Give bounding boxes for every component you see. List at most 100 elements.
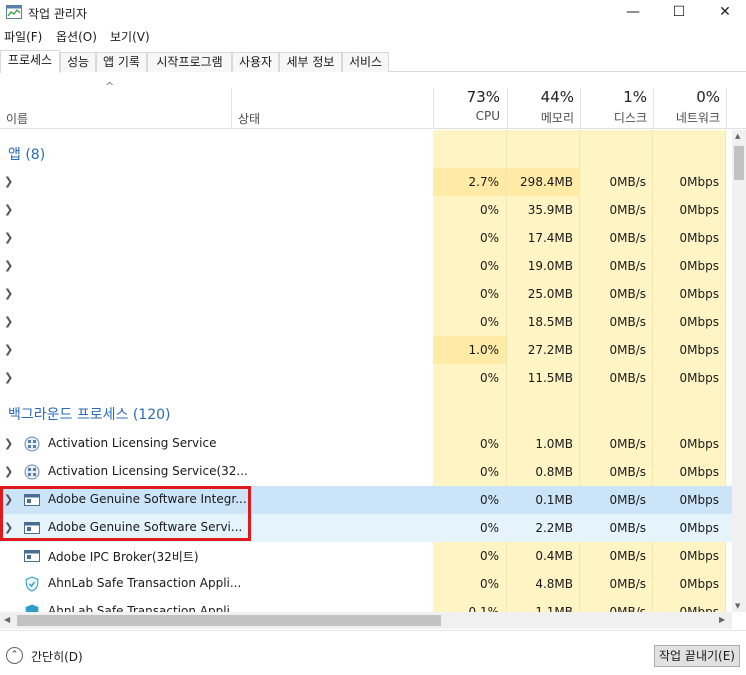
- network-cell: 0Mbps: [679, 259, 719, 273]
- table-row[interactable]: AhnLab Safe Transaction Appli... 0.1% 1.…: [0, 598, 732, 612]
- tab-users[interactable]: 사용자: [232, 52, 279, 72]
- menu-options[interactable]: 옵션(O): [56, 28, 97, 45]
- network-cell: 0Mbps: [679, 175, 719, 189]
- network-cell: 0Mbps: [679, 493, 719, 507]
- cpu-cell: 0%: [479, 203, 499, 217]
- column-header-status[interactable]: 상태: [238, 110, 260, 127]
- process-name: Adobe IPC Broker(32비트): [48, 550, 199, 564]
- cpu-cell: 0%: [479, 287, 499, 301]
- chevron-right-icon[interactable]: ❯: [4, 203, 13, 216]
- sort-arrow-icon: ^: [105, 80, 115, 93]
- network-cell: 0Mbps: [679, 287, 719, 301]
- column-header-memory[interactable]: 44% 메모리: [507, 73, 580, 129]
- column-header-cpu[interactable]: 73% CPU: [433, 73, 506, 129]
- table-row[interactable]: ❯ Activation Licensing Service(32... 0% …: [0, 458, 732, 486]
- network-total: 0%: [696, 88, 720, 106]
- table-row[interactable]: ❯ 0% 19.0MB 0MB/s 0Mbps: [0, 252, 732, 280]
- horizontal-scroll-thumb[interactable]: [17, 615, 441, 626]
- process-name: AhnLab Safe Transaction Appli...: [48, 604, 242, 612]
- tab-processes[interactable]: 프로세스: [0, 50, 60, 73]
- chevron-right-icon[interactable]: ❯: [4, 231, 13, 244]
- menu-file[interactable]: 파일(F): [4, 28, 42, 45]
- fewer-details-link[interactable]: 간단히(D): [31, 648, 83, 665]
- menu-view[interactable]: 보기(V): [110, 28, 150, 45]
- column-header-name[interactable]: 이름: [6, 110, 28, 127]
- window-app-icon: [24, 550, 40, 562]
- network-label: 네트워크: [675, 111, 720, 125]
- group-header-apps[interactable]: 앱 (8): [0, 138, 432, 166]
- process-name: AhnLab Safe Transaction Appli...: [48, 576, 242, 590]
- disk-cell: 0MB/s: [609, 315, 646, 329]
- red-highlight-annotation: [0, 486, 251, 541]
- column-header-network[interactable]: 0% 네트워크: [653, 73, 726, 129]
- memory-cell: 18.5MB: [527, 315, 573, 329]
- memory-cell: 35.9MB: [527, 203, 573, 217]
- table-row[interactable]: ❯ Activation Licensing Service 0% 1.0MB …: [0, 430, 732, 458]
- chevron-right-icon[interactable]: ❯: [4, 175, 13, 188]
- column-header-disk[interactable]: 1% 디스크: [580, 73, 653, 129]
- column-divider[interactable]: [231, 88, 232, 129]
- disk-cell: 0MB/s: [609, 259, 646, 273]
- vertical-scroll-thumb[interactable]: [734, 146, 744, 180]
- network-cell: 0Mbps: [679, 371, 719, 385]
- minimize-button[interactable]: —: [610, 0, 656, 26]
- chevron-right-icon[interactable]: ❯: [4, 465, 13, 478]
- table-row[interactable]: ❯ 0% 18.5MB 0MB/s 0Mbps: [0, 308, 732, 336]
- table-row[interactable]: Adobe IPC Broker(32비트) 0% 0.4MB 0MB/s 0M…: [0, 542, 732, 570]
- tab-startup[interactable]: 시작프로그램: [147, 52, 232, 72]
- cpu-cell: 0%: [479, 437, 499, 451]
- table-row[interactable]: ❯ 0% 11.5MB 0MB/s 0Mbps: [0, 364, 732, 392]
- table-row[interactable]: ❯ 1.0% 27.2MB 0MB/s 0Mbps: [0, 336, 732, 364]
- disk-cell: 0MB/s: [609, 231, 646, 245]
- network-cell: 0Mbps: [679, 343, 719, 357]
- shield-icon: [25, 576, 39, 592]
- process-name: Activation Licensing Service(32...: [48, 464, 248, 478]
- table-row[interactable]: ❯ 2.7% 298.4MB 0MB/s 0Mbps: [0, 168, 732, 196]
- network-cell: 0Mbps: [679, 437, 719, 451]
- network-cell: 0Mbps: [679, 465, 719, 479]
- scroll-up-icon[interactable]: ▲: [735, 132, 740, 140]
- group-header-background[interactable]: 백그라운드 프로세스 (120): [0, 398, 432, 426]
- memory-cell: 17.4MB: [527, 231, 573, 245]
- cpu-cell: 2.7%: [433, 168, 506, 196]
- tab-details[interactable]: 세부 정보: [279, 52, 342, 72]
- table-header: ^ 이름 상태 73% CPU 44% 메모리 1% 디스크 0% 네트워크: [0, 73, 746, 129]
- memory-cell: 11.5MB: [527, 371, 573, 385]
- close-button[interactable]: ✕: [702, 0, 746, 26]
- chevron-up-icon[interactable]: ⌃: [6, 647, 23, 664]
- tab-performance[interactable]: 성능: [60, 52, 96, 72]
- table-row[interactable]: ❯ 0% 17.4MB 0MB/s 0Mbps: [0, 224, 732, 252]
- cpu-cell: 0%: [479, 493, 499, 507]
- maximize-button[interactable]: ☐: [656, 0, 702, 26]
- chevron-right-icon[interactable]: ❯: [4, 259, 13, 272]
- tab-strip: 프로세스 성능 앱 기록 시작프로그램 사용자 세부 정보 서비스: [0, 50, 746, 73]
- network-cell: 0Mbps: [679, 549, 719, 563]
- tab-services[interactable]: 서비스: [342, 52, 389, 72]
- scroll-right-icon[interactable]: ▶: [719, 615, 725, 624]
- scroll-left-icon[interactable]: ◀: [4, 615, 10, 624]
- table-row[interactable]: ❯ 0% 25.0MB 0MB/s 0Mbps: [0, 280, 732, 308]
- end-task-button[interactable]: 작업 끝내기(E): [654, 645, 740, 667]
- column-divider[interactable]: [726, 88, 727, 129]
- chevron-right-icon[interactable]: ❯: [4, 287, 13, 300]
- table-row[interactable]: AhnLab Safe Transaction Appli... 0% 4.8M…: [0, 570, 732, 598]
- cpu-cell: 0%: [479, 371, 499, 385]
- network-cell: 0Mbps: [679, 605, 719, 612]
- table-row[interactable]: ❯ 0% 35.9MB 0MB/s 0Mbps: [0, 196, 732, 224]
- horizontal-scrollbar[interactable]: ◀ ▶: [0, 612, 732, 629]
- chevron-right-icon[interactable]: ❯: [4, 437, 13, 450]
- cpu-cell: 0%: [479, 521, 499, 535]
- tab-app-history[interactable]: 앱 기록: [96, 52, 147, 72]
- chevron-right-icon[interactable]: ❯: [4, 343, 13, 356]
- chevron-right-icon[interactable]: ❯: [4, 315, 13, 328]
- cpu-label: CPU: [475, 109, 500, 123]
- chevron-right-icon[interactable]: ❯: [4, 371, 13, 384]
- memory-cell: 25.0MB: [527, 287, 573, 301]
- memory-cell: 27.2MB: [527, 343, 573, 357]
- disk-cell: 0MB/s: [609, 203, 646, 217]
- process-list[interactable]: 앱 (8) ❯ 2.7% 298.4MB 0MB/s 0Mbps ❯ 0% 35…: [0, 130, 732, 612]
- scroll-down-icon[interactable]: ▼: [735, 602, 740, 610]
- vertical-scrollbar[interactable]: ▲ ▼: [732, 130, 746, 612]
- memory-cell: 1.0MB: [535, 437, 573, 451]
- disk-cell: 0MB/s: [609, 287, 646, 301]
